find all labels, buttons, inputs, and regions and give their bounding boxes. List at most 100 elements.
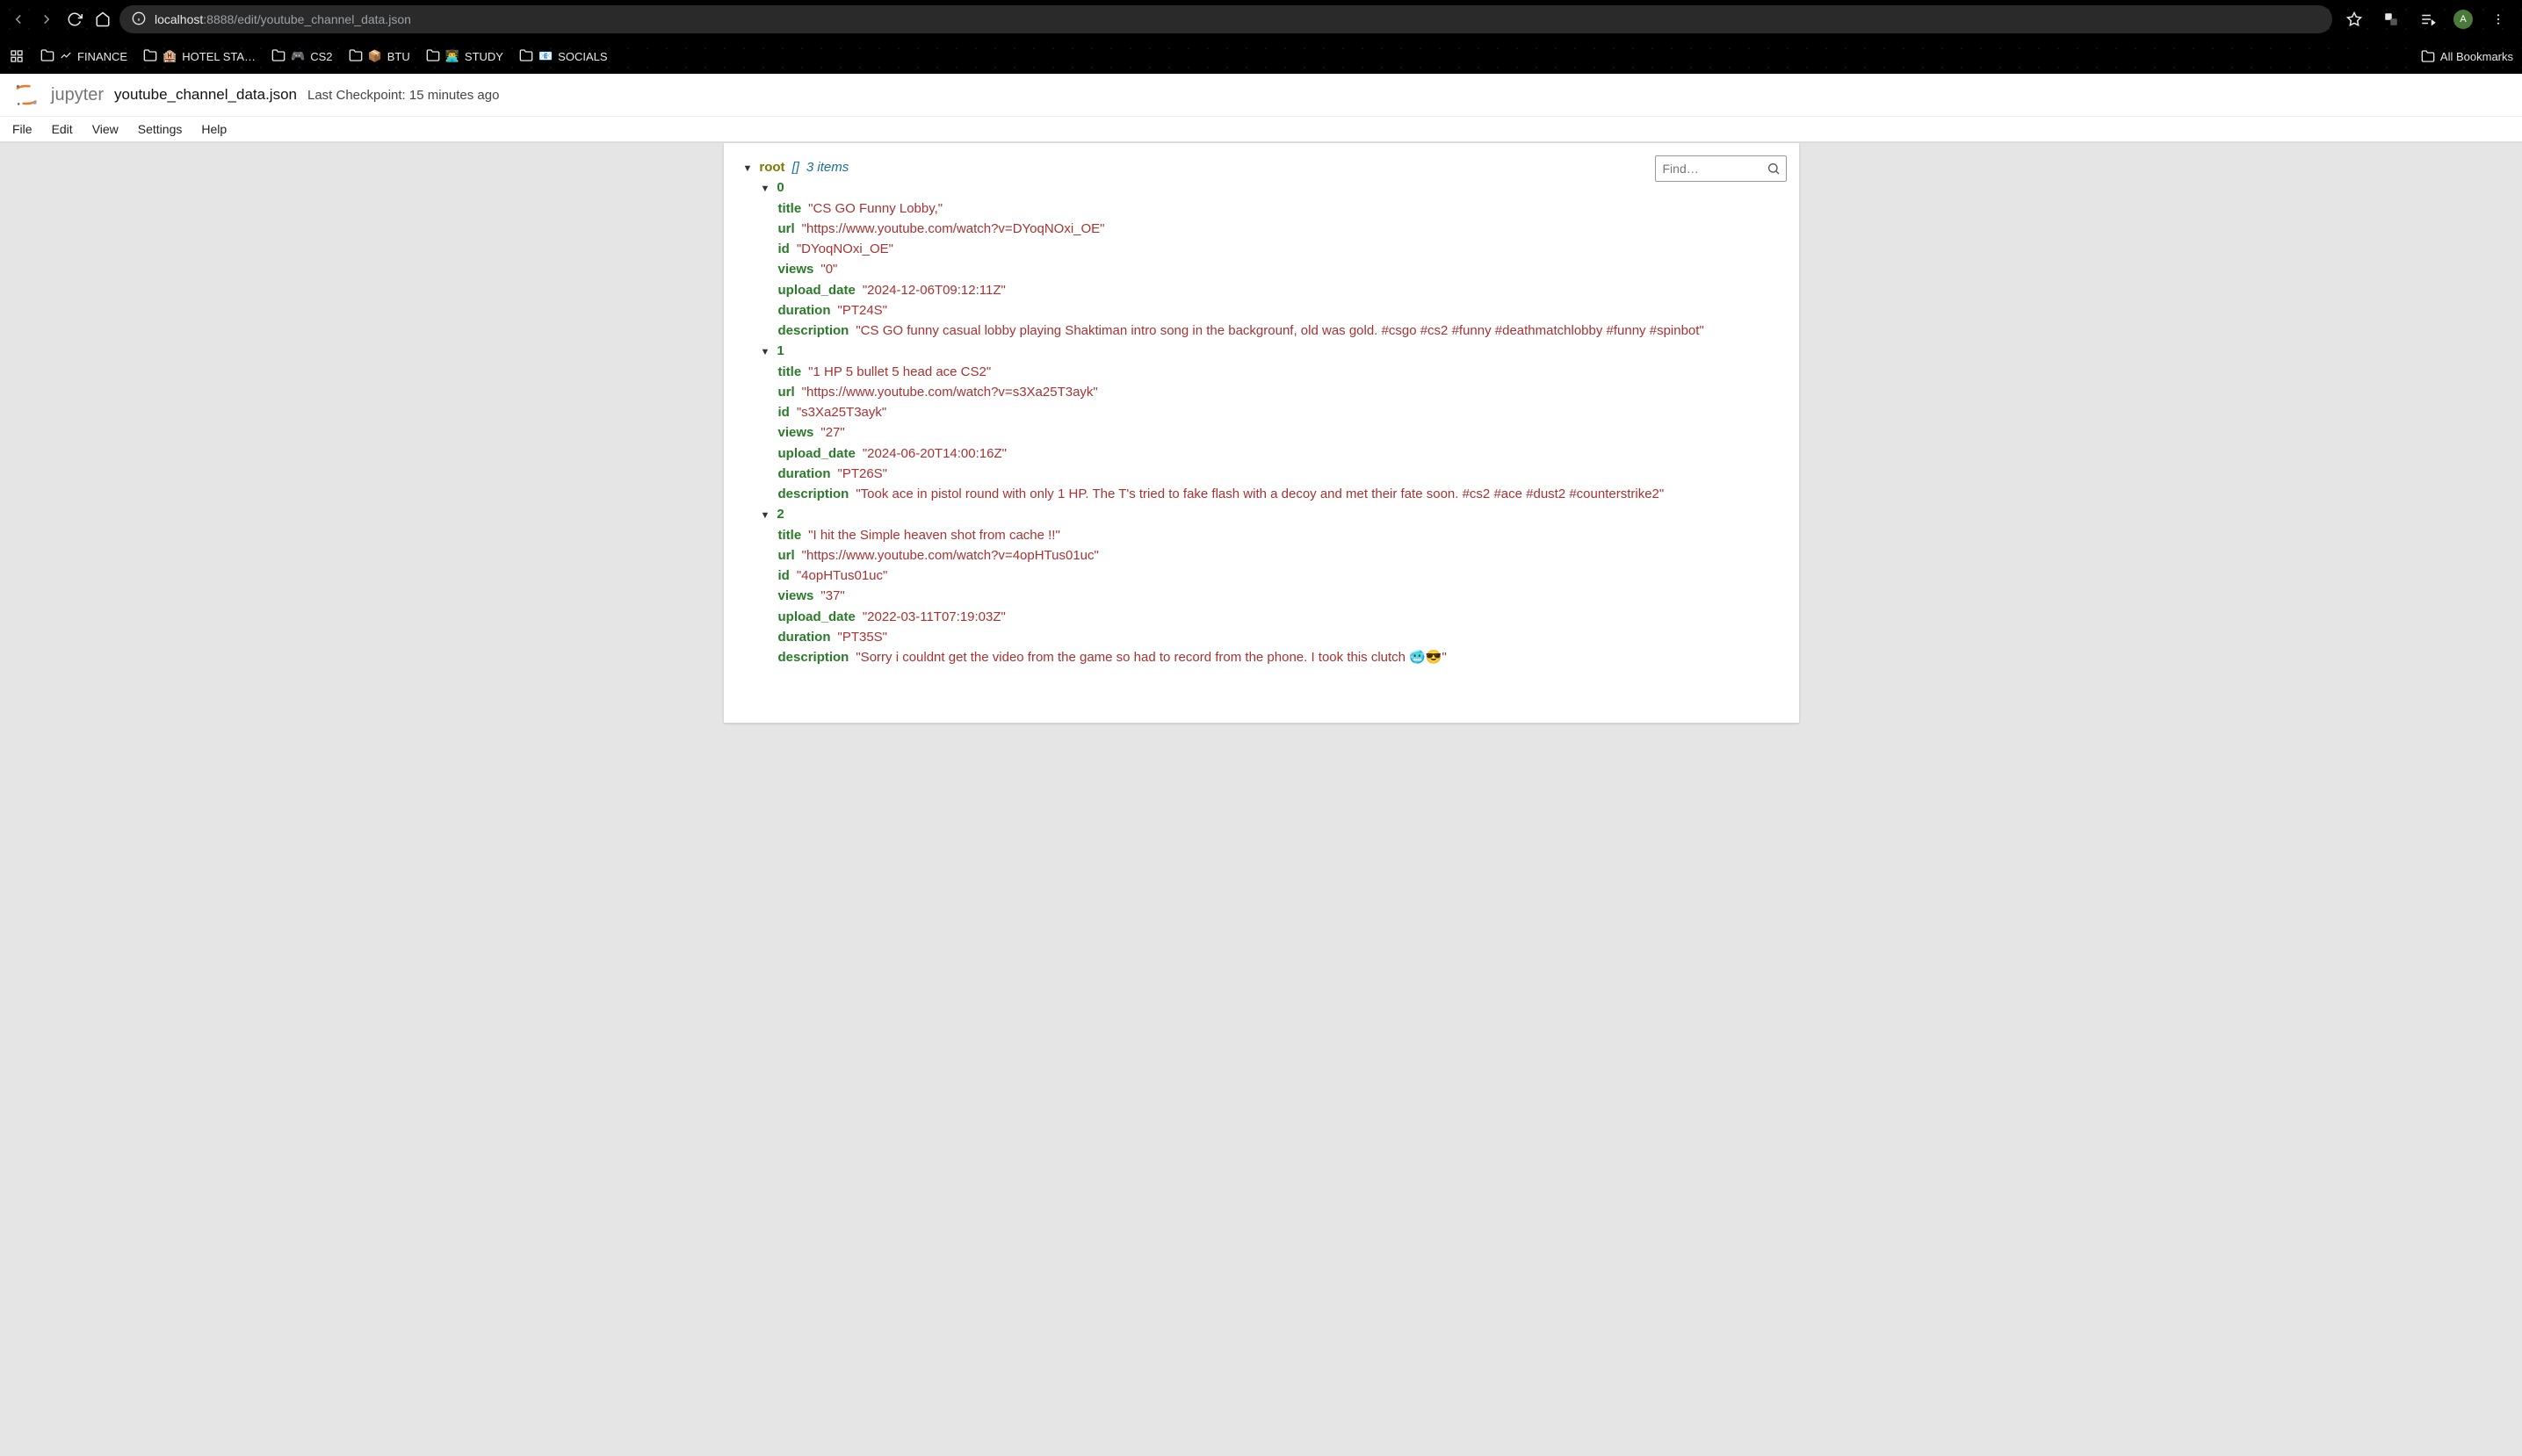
- json-index-key[interactable]: 1: [777, 341, 784, 361]
- bookmark-label: FINANCE: [77, 50, 127, 63]
- translate-icon[interactable]: [2380, 8, 2403, 31]
- bookmark-inner-icon: 🏨: [163, 49, 177, 63]
- bookmark-label: BTU: [387, 50, 410, 63]
- collapse-caret-icon[interactable]: ▼: [743, 162, 753, 177]
- find-box[interactable]: [1655, 155, 1787, 182]
- json-editor-panel: ▼root[]3 items▼0title"CS GO Funny Lobby,…: [724, 143, 1799, 723]
- json-prop-key[interactable]: duration: [778, 300, 831, 321]
- kebab-menu-icon[interactable]: [2487, 8, 2510, 31]
- bookmark-folder[interactable]: FINANCE: [40, 48, 127, 65]
- apps-icon[interactable]: [9, 48, 25, 64]
- address-bar[interactable]: localhost:8888/edit/youtube_channel_data…: [119, 5, 2332, 33]
- home-button[interactable]: [91, 8, 114, 31]
- folder-icon: [426, 48, 440, 65]
- json-prop-value[interactable]: "DYoqNOxi_OE": [797, 239, 893, 259]
- menu-edit[interactable]: Edit: [52, 122, 73, 136]
- json-prop-key[interactable]: id: [778, 239, 790, 259]
- json-root-type: []: [792, 157, 799, 177]
- bookmark-label: HOTEL STA…: [182, 50, 256, 63]
- json-prop-key[interactable]: upload_date: [778, 280, 856, 300]
- json-prop-key[interactable]: title: [778, 525, 802, 545]
- bookmark-folder[interactable]: 📧 SOCIALS: [519, 48, 608, 65]
- forward-button[interactable]: [35, 8, 58, 31]
- json-prop-value[interactable]: "https://www.youtube.com/watch?v=s3Xa25T…: [802, 382, 1098, 402]
- reload-button[interactable]: [63, 8, 86, 31]
- folder-icon: [271, 48, 285, 65]
- url-text: localhost:8888/edit/youtube_channel_data…: [155, 12, 411, 26]
- bookmark-label: SOCIALS: [558, 50, 607, 63]
- json-prop-key[interactable]: views: [778, 586, 814, 606]
- json-prop-key[interactable]: url: [778, 382, 795, 402]
- json-prop-key[interactable]: duration: [778, 464, 831, 484]
- back-button[interactable]: [7, 8, 30, 31]
- bookmark-inner-icon: 🎮: [291, 49, 305, 63]
- json-prop-value[interactable]: "s3Xa25T3ayk": [797, 402, 886, 422]
- json-prop-key[interactable]: upload_date: [778, 607, 856, 627]
- json-prop-value[interactable]: "PT26S": [838, 464, 888, 484]
- find-input[interactable]: [1656, 156, 1761, 181]
- json-prop-value[interactable]: "https://www.youtube.com/watch?v=4opHTus…: [802, 545, 1099, 566]
- bookmark-label: CS2: [310, 50, 332, 63]
- json-prop-value[interactable]: "Took ace in pistol round with only 1 HP…: [856, 484, 1664, 504]
- json-prop-value[interactable]: "PT35S": [838, 627, 888, 647]
- json-tree: ▼root[]3 items▼0title"CS GO Funny Lobby,…: [738, 157, 1785, 667]
- json-prop-value[interactable]: "2024-06-20T14:00:16Z": [863, 443, 1007, 464]
- json-prop-key[interactable]: views: [778, 259, 814, 279]
- all-bookmarks-button[interactable]: All Bookmarks: [2421, 49, 2513, 63]
- menu-help[interactable]: Help: [201, 122, 227, 136]
- menu-file[interactable]: File: [12, 122, 33, 136]
- json-prop-value[interactable]: "I hit the Simple heaven shot from cache…: [808, 525, 1060, 545]
- jupyter-brand: jupyter: [51, 85, 104, 105]
- json-prop-key[interactable]: url: [778, 219, 795, 239]
- bookmark-star-icon[interactable]: [2343, 8, 2366, 31]
- json-prop-value[interactable]: "1 HP 5 bullet 5 head ace CS2": [808, 362, 991, 382]
- json-prop-key[interactable]: title: [778, 198, 802, 219]
- site-info-icon[interactable]: [132, 11, 146, 28]
- json-prop-key[interactable]: description: [778, 647, 849, 667]
- checkpoint-text: Last Checkpoint: 15 minutes ago: [307, 88, 499, 103]
- bookmark-inner-icon: 📧: [538, 49, 553, 63]
- json-prop-key[interactable]: title: [778, 362, 802, 382]
- json-prop-value[interactable]: "0": [820, 259, 837, 279]
- folder-icon: [40, 48, 54, 65]
- collapse-caret-icon[interactable]: ▼: [761, 508, 770, 523]
- file-name[interactable]: youtube_channel_data.json: [114, 86, 297, 104]
- collapse-caret-icon[interactable]: ▼: [761, 345, 770, 360]
- json-prop-key[interactable]: id: [778, 566, 790, 586]
- json-prop-key[interactable]: url: [778, 545, 795, 566]
- json-prop-value[interactable]: "Sorry i couldnt get the video from the …: [856, 647, 1447, 667]
- menu-settings[interactable]: Settings: [138, 122, 183, 136]
- collapse-caret-icon[interactable]: ▼: [761, 182, 770, 197]
- json-root-count: 3 items: [806, 157, 849, 177]
- bookmark-folder[interactable]: 🏨 HOTEL STA…: [143, 48, 256, 65]
- search-icon[interactable]: [1761, 158, 1786, 179]
- json-prop-value[interactable]: "https://www.youtube.com/watch?v=DYoqNOx…: [802, 219, 1105, 239]
- json-prop-value[interactable]: "2024-12-06T09:12:11Z": [863, 280, 1006, 300]
- json-prop-value[interactable]: "27": [820, 422, 844, 443]
- menu-bar: File Edit View Settings Help: [0, 116, 2522, 142]
- json-prop-key[interactable]: description: [778, 321, 849, 341]
- json-prop-key[interactable]: description: [778, 484, 849, 504]
- json-index-key[interactable]: 2: [777, 504, 784, 524]
- json-prop-value[interactable]: "CS GO funny casual lobby playing Shakti…: [856, 321, 1703, 341]
- jupyter-logo-icon[interactable]: [12, 81, 40, 109]
- json-prop-key[interactable]: views: [778, 422, 814, 443]
- folder-icon: [519, 48, 533, 65]
- json-index-key[interactable]: 0: [777, 177, 784, 198]
- json-prop-value[interactable]: "CS GO Funny Lobby,": [808, 198, 943, 219]
- bookmark-folder[interactable]: 📦BTU: [349, 48, 410, 65]
- json-prop-value[interactable]: "37": [820, 586, 844, 606]
- bookmark-folder[interactable]: 🎮 CS2: [271, 48, 332, 65]
- json-prop-value[interactable]: "PT24S": [838, 300, 888, 321]
- folder-icon: [349, 48, 363, 65]
- json-prop-value[interactable]: "2022-03-11T07:19:03Z": [863, 607, 1006, 627]
- playlist-icon[interactable]: [2417, 8, 2439, 31]
- json-prop-value[interactable]: "4opHTus01uc": [797, 566, 887, 586]
- json-prop-key[interactable]: duration: [778, 627, 831, 647]
- json-prop-key[interactable]: id: [778, 402, 790, 422]
- json-prop-key[interactable]: upload_date: [778, 443, 856, 464]
- menu-view[interactable]: View: [92, 122, 119, 136]
- bookmark-folder[interactable]: 👨‍💻STUDY: [426, 48, 503, 65]
- json-root-key[interactable]: root: [759, 157, 784, 177]
- profile-avatar[interactable]: A: [2453, 10, 2473, 29]
